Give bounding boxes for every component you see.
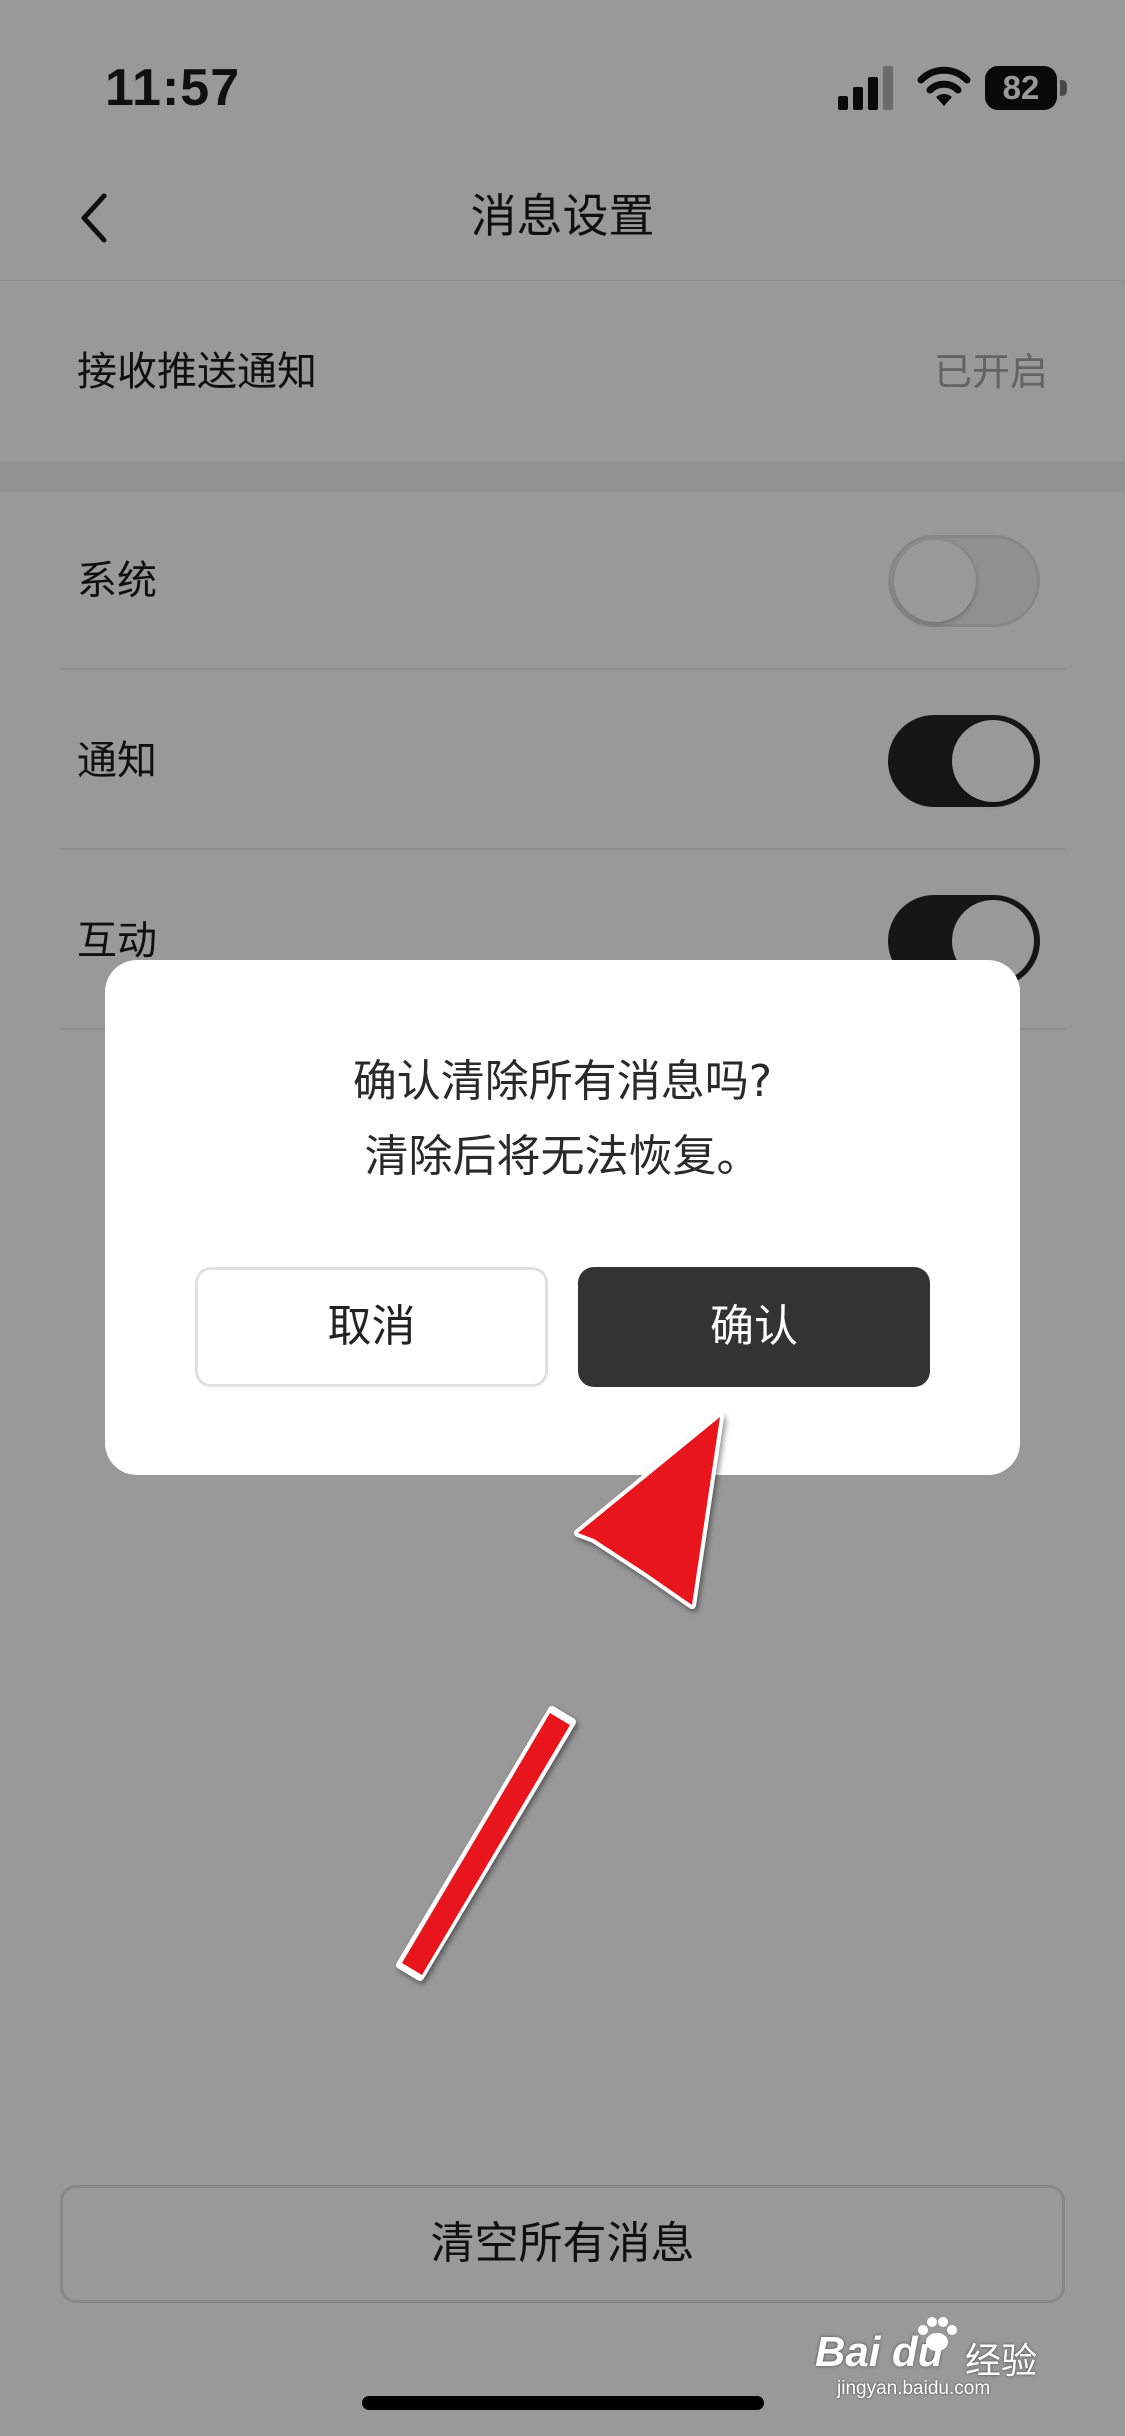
- cancel-button[interactable]: 取消: [195, 1267, 548, 1387]
- red-annotation-arrow-icon: [396, 1413, 724, 1981]
- baidu-jingyan-watermark: Bai du 经验 jingyan.baidu.com: [815, 2310, 1077, 2399]
- watermark-url: jingyan.baidu.com: [837, 2378, 991, 2399]
- dialog-warning: 清除后将无法恢复。: [364, 1131, 761, 1182]
- home-indicator[interactable]: [362, 2396, 764, 2410]
- paw-icon: [918, 2317, 957, 2351]
- dialog-question: 确认清除所有消息吗?: [352, 1056, 773, 1107]
- watermark-jingyan: 经验: [965, 2341, 1038, 2382]
- confirm-button[interactable]: 确认: [578, 1267, 930, 1387]
